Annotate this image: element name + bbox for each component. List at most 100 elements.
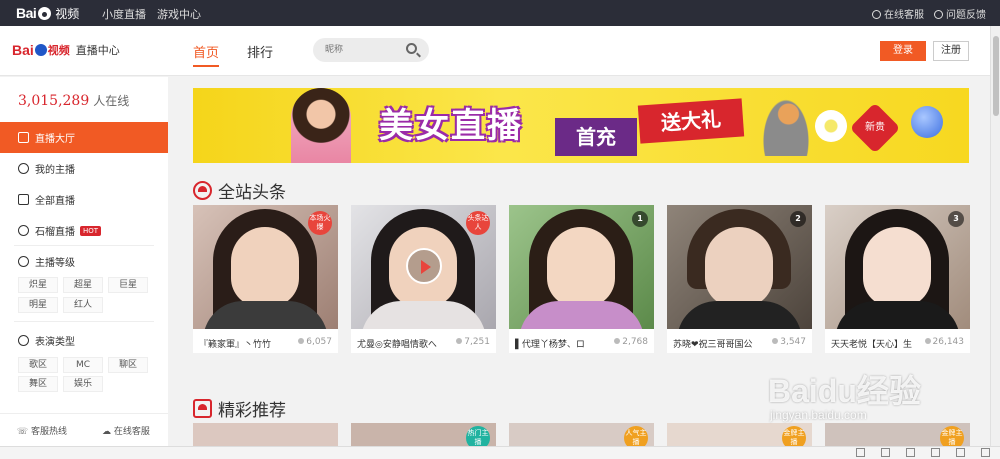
headset-icon — [872, 10, 881, 19]
sidebar-item-label: 石榴直播 — [35, 227, 75, 238]
anchor-card[interactable]: 1 ▌代理丫杨梦、ロ 2,768 — [509, 205, 654, 353]
main-nav: 首页 排行 — [193, 42, 273, 67]
top-link-games[interactable]: 游戏中心 — [157, 6, 201, 22]
status-icon[interactable] — [906, 448, 915, 457]
sidebar-item-levels[interactable]: 主播等级 — [0, 246, 168, 277]
hot-corner-badge: 本场火爆 — [308, 211, 332, 235]
baidu-video-logo[interactable]: Bai 视频 — [16, 4, 79, 22]
scrollbar[interactable] — [990, 26, 1000, 446]
top-links: 小度直播 游戏中心 — [102, 6, 201, 22]
online-service-label: 在线客服 — [884, 10, 924, 21]
level-tag[interactable]: 超星 — [63, 277, 103, 293]
status-icons — [856, 448, 990, 457]
viewer-count: 7,251 — [456, 337, 490, 347]
watermark-text: Baidu经验 — [768, 373, 921, 409]
type-tag[interactable]: 歌区 — [18, 357, 58, 373]
type-tag[interactable]: 聊区 — [108, 357, 148, 373]
thumb-face — [547, 227, 615, 307]
section-recommend-title: 精彩推荐 — [193, 396, 286, 421]
anchor-card[interactable]: 2 苏晓❤祝三哥哥国公 3,547 — [667, 205, 812, 353]
anchor-card[interactable]: 3 天天老悦【天心】生 26,143 — [825, 205, 970, 353]
chat-icon: ☁ — [102, 426, 114, 437]
anchor-name: 天天老悦【天心】生 — [831, 340, 913, 350]
anchor-thumbnail: 本场火爆 — [193, 205, 338, 329]
header: Bai 视频 直播中心 首页 排行 登录 注册 — [0, 26, 990, 76]
banner-girl-image — [291, 88, 351, 163]
anchor-thumbnail: 1 — [509, 205, 654, 329]
live-icon — [193, 181, 212, 200]
brand-video: 视频 — [47, 44, 70, 57]
logo-text: Bai — [16, 5, 37, 21]
search-icon[interactable] — [406, 43, 417, 54]
top-link-xiaodu[interactable]: 小度直播 — [102, 6, 146, 22]
type-tag[interactable]: MC — [63, 357, 103, 373]
status-icon[interactable] — [956, 448, 965, 457]
anchor-name: 『籁家軍』丶竹竹 — [199, 340, 272, 350]
sidebar-item-my-anchors[interactable]: 我的主播 — [0, 153, 168, 184]
viewer-count: 2,768 — [614, 337, 648, 347]
banner-first-charge: 首充 — [555, 118, 637, 156]
register-button[interactable]: 注册 — [933, 41, 969, 61]
banner-title: 美女直播 — [379, 106, 523, 146]
rank-badge: 1 — [632, 211, 648, 227]
type-tag[interactable]: 舞区 — [18, 376, 58, 392]
star-icon — [18, 256, 29, 267]
home-icon — [18, 132, 29, 143]
anchor-name: 尤曼◎安静唱情歌へ — [357, 340, 437, 350]
viewer-count: 6,057 — [298, 337, 332, 347]
anchor-card[interactable]: 头条达人 尤曼◎安静唱情歌へ 7,251 — [351, 205, 496, 353]
top-right-links: 在线客服 问题反馈 — [872, 6, 986, 21]
online-service-side-link[interactable]: ☁ 在线客服 — [84, 424, 168, 437]
anchor-name: ▌代理丫杨梦、ロ — [515, 340, 585, 350]
live-center-logo[interactable]: Bai 视频 直播中心 — [12, 42, 120, 58]
hotline-link[interactable]: ☏ 客服热线 — [0, 424, 84, 437]
search-box — [313, 38, 429, 62]
sidebar-item-label: 直播大厅 — [35, 134, 75, 145]
play-icon[interactable] — [406, 248, 442, 284]
level-tag[interactable]: 巨星 — [108, 277, 148, 293]
brand-sub: 直播中心 — [75, 44, 120, 57]
level-tag[interactable]: 炽星 — [18, 277, 58, 293]
sidebar-item-performance[interactable]: 表演类型 — [0, 325, 168, 356]
promo-banner[interactable]: 美女直播 首充 送大礼 新贵 — [193, 88, 969, 163]
grid-icon — [18, 194, 29, 205]
sidebar-item-all-live[interactable]: 全部直播 — [0, 184, 168, 215]
anchor-thumbnail: 头条达人 — [351, 205, 496, 329]
level-tag[interactable]: 明星 — [18, 297, 58, 313]
baidu-jingyan-watermark: Baidu经验 jingyan.baidu.com — [768, 366, 921, 422]
online-service-side-label: 在线客服 — [113, 426, 150, 437]
online-count-unit: 人在线 — [93, 94, 130, 108]
sidebar-item-shiliu[interactable]: 石榴直播 HOT — [0, 215, 168, 246]
status-icon[interactable] — [856, 448, 865, 457]
feedback-link[interactable]: 问题反馈 — [934, 6, 986, 21]
section-title-text: 全站头条 — [218, 183, 286, 203]
status-icon[interactable] — [881, 448, 890, 457]
login-button[interactable]: 登录 — [880, 41, 926, 61]
donkey-rider-image — [761, 96, 811, 156]
level-tag[interactable]: 红人 — [63, 297, 103, 313]
thumb-face — [705, 227, 773, 307]
banner-gift: 送大礼 — [637, 98, 745, 144]
sidebar: 3,015,289 人在线 直播大厅 我的主播 全部直播 石榴直播 HOT 主播等级… — [0, 77, 168, 446]
tab-ranking[interactable]: 排行 — [247, 42, 273, 67]
hotline-label: 客服热线 — [31, 426, 68, 437]
status-icon[interactable] — [931, 448, 940, 457]
search-input[interactable] — [325, 42, 395, 58]
online-count: 3,015,289 人在线 — [18, 92, 129, 109]
scrollbar-thumb[interactable] — [993, 36, 999, 116]
anchor-thumbnail: 3 — [825, 205, 970, 329]
cloud-icon — [18, 225, 29, 236]
type-tag[interactable]: 娱乐 — [63, 376, 103, 392]
tab-home[interactable]: 首页 — [193, 42, 220, 67]
anchor-card[interactable]: 本场火爆 『籁家軍』丶竹竹 6,057 — [193, 205, 338, 353]
online-service-link[interactable]: 在线客服 — [872, 6, 924, 21]
status-icon[interactable] — [981, 448, 990, 457]
paw-icon — [38, 6, 52, 20]
top-bar: Bai 视频 小度直播 游戏中心 在线客服 问题反馈 — [0, 0, 1000, 26]
paw-icon — [34, 44, 47, 56]
sidebar-item-hall[interactable]: 直播大厅 — [0, 122, 168, 153]
feedback-label: 问题反馈 — [946, 10, 986, 21]
hot-badge: HOT — [80, 225, 102, 236]
sidebar-item-label: 主播等级 — [35, 258, 75, 269]
viewer-count: 3,547 — [772, 337, 806, 347]
